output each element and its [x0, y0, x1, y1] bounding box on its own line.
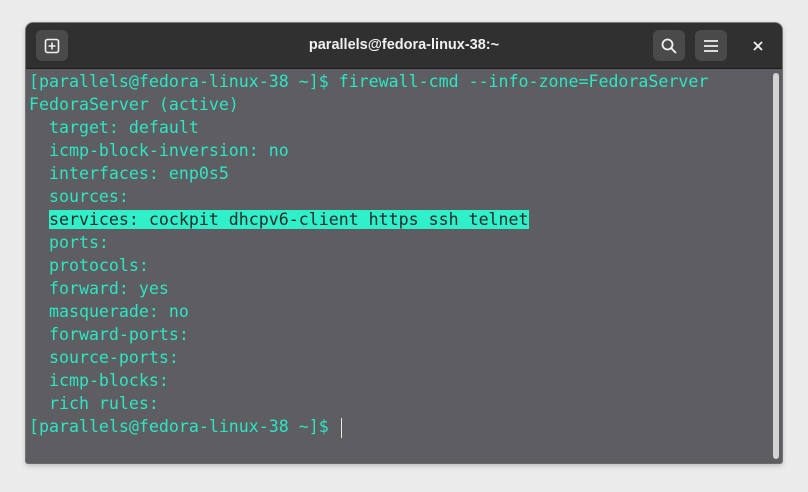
close-icon [753, 40, 763, 51]
title-bar: parallels@fedora-linux-38:~ [26, 23, 782, 69]
command-text: firewall-cmd --info-zone=FedoraServer [338, 72, 709, 91]
terminal-line: source-ports: [29, 348, 189, 367]
terminal-line: [parallels@fedora-linux-38 ~]$ [29, 415, 343, 438]
terminal-line: icmp-blocks: [29, 371, 179, 390]
main-menu-button[interactable] [695, 30, 727, 61]
terminal-line: masquerade: no [29, 302, 189, 321]
hamburger-menu-icon [704, 39, 718, 52]
scrollbar[interactable] [773, 73, 779, 459]
new-tab-button[interactable] [36, 30, 68, 61]
text-cursor [340, 417, 343, 438]
selection-highlight: services: cockpit dhcpv6-client https ss… [48, 210, 529, 229]
terminal-window: parallels@fedora-linux-38:~ [parallels@f… [26, 23, 782, 463]
new-tab-icon [44, 38, 60, 53]
terminal-line-highlighted: services: cockpit dhcpv6-client https ss… [29, 208, 529, 231]
search-button[interactable] [653, 30, 685, 61]
terminal-line: ports: [29, 233, 119, 252]
terminal-line: interfaces: enp0s5 [29, 164, 229, 183]
close-button[interactable] [742, 30, 774, 61]
prompt: [parallels@fedora-linux-38 ~]$ [29, 72, 339, 91]
terminal-line: FedoraServer (active) [29, 95, 239, 114]
terminal-line: sources: [29, 187, 139, 206]
terminal-line: forward: yes [29, 279, 169, 298]
terminal-line: rich rules: [29, 394, 169, 413]
terminal-line: [parallels@fedora-linux-38 ~]$ firewall-… [29, 70, 708, 93]
terminal-line: protocols: [29, 256, 159, 275]
prompt: [parallels@fedora-linux-38 ~]$ [29, 417, 339, 436]
terminal-line: forward-ports: [29, 325, 199, 344]
terminal-line: icmp-block-inversion: no [29, 141, 289, 160]
terminal-line: target: default [29, 118, 199, 137]
search-icon [661, 38, 677, 53]
terminal-output[interactable]: [parallels@fedora-linux-38 ~]$ firewall-… [26, 69, 770, 463]
